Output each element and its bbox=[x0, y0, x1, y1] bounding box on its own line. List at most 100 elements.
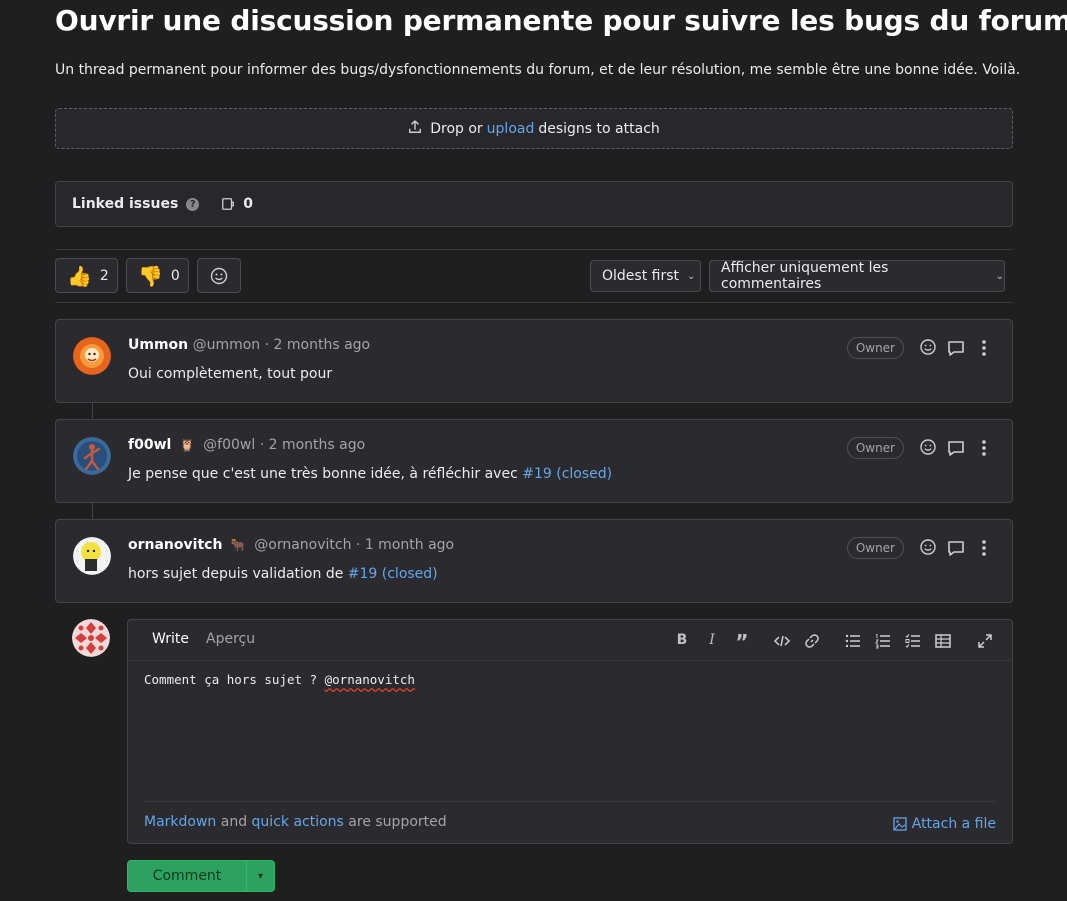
chevron-down-icon: ⌄ bbox=[995, 270, 1004, 282]
more-actions-icon[interactable] bbox=[974, 538, 994, 558]
upload-icon bbox=[408, 119, 422, 138]
avatar[interactable] bbox=[73, 337, 111, 375]
filter-dropdown[interactable]: Afficher uniquement les commentaires ⌄ bbox=[709, 260, 1005, 292]
sort-label: Oldest first bbox=[602, 268, 679, 284]
comment-mention: @ornanovitch bbox=[324, 672, 415, 687]
note-text: Je pense que c'est une très bonne idée, … bbox=[128, 466, 518, 482]
reply-icon[interactable] bbox=[946, 338, 966, 358]
author-username[interactable]: @ummon bbox=[193, 337, 261, 353]
note-body: hors sujet depuis validation de #19 (clo… bbox=[128, 566, 438, 582]
issue-description: Un thread permanent pour informer des bu… bbox=[55, 62, 1021, 78]
author-name[interactable]: Ummon bbox=[128, 337, 188, 353]
reply-icon[interactable] bbox=[946, 538, 966, 558]
thumbs-down-icon: 👎 bbox=[138, 263, 163, 288]
editor-toolbar: Write Aperçu B I ” bbox=[128, 620, 1012, 661]
issue-title: Ouvrir une discussion permanente pour su… bbox=[55, 4, 1067, 37]
design-dropzone[interactable]: Drop or upload designs to attach bbox=[55, 108, 1013, 149]
thumbs-up-count: 2 bbox=[99, 267, 109, 284]
filter-label: Afficher uniquement les commentaires bbox=[721, 260, 889, 292]
comment-submit-button[interactable]: Comment bbox=[127, 860, 247, 892]
sort-dropdown[interactable]: Oldest first ⌄ bbox=[590, 260, 701, 292]
quick-actions-link[interactable]: quick actions bbox=[252, 814, 344, 830]
add-reaction-icon[interactable] bbox=[918, 438, 938, 458]
markdown-link[interactable]: Markdown bbox=[144, 814, 216, 830]
chevron-down-icon: ▾ bbox=[257, 870, 264, 882]
thumbs-up-button[interactable]: 👍 2 bbox=[55, 258, 118, 293]
note: f00wl 🦉 @f00wl · 2 months ago Je pense q… bbox=[55, 419, 1013, 503]
reply-icon[interactable] bbox=[946, 438, 966, 458]
table-icon[interactable] bbox=[934, 632, 952, 650]
add-reaction-button[interactable] bbox=[197, 258, 241, 293]
comment-textarea[interactable]: Comment ça hors sujet ? @ornanovitch bbox=[144, 672, 994, 687]
author-username[interactable]: @f00wl bbox=[203, 437, 255, 453]
attach-file-button[interactable]: Attach a file bbox=[893, 816, 996, 832]
note-time[interactable]: 1 month ago bbox=[365, 537, 454, 553]
help-icon[interactable]: ? bbox=[186, 197, 200, 211]
note-body: Je pense que c'est une très bonne idée, … bbox=[128, 466, 612, 482]
status-emoji[interactable]: 🦉 bbox=[180, 438, 195, 452]
note-author: f00wl 🦉 @f00wl · 2 months ago bbox=[128, 437, 365, 453]
code-icon[interactable] bbox=[773, 632, 791, 650]
avatar[interactable] bbox=[73, 437, 111, 475]
author-name[interactable]: f00wl bbox=[128, 437, 171, 453]
issue-reference-link[interactable]: #19 (closed) bbox=[522, 466, 612, 482]
more-actions-icon[interactable] bbox=[974, 338, 994, 358]
link-icon[interactable] bbox=[803, 632, 821, 650]
comment-text: Comment ça hors sujet ? bbox=[144, 672, 325, 687]
thread-line bbox=[92, 403, 93, 419]
comment-options-dropdown[interactable]: ▾ bbox=[246, 860, 275, 892]
separator: · bbox=[264, 337, 270, 353]
note: ornanovitch 🐂 @ornanovitch · 1 month ago… bbox=[55, 519, 1013, 603]
chevron-down-icon: ⌄ bbox=[687, 270, 696, 282]
divider bbox=[144, 801, 996, 802]
note: Ummon @ummon · 2 months ago Oui complète… bbox=[55, 319, 1013, 403]
note-text: hors sujet depuis validation de bbox=[128, 566, 344, 582]
current-user-avatar[interactable] bbox=[72, 619, 110, 657]
bold-icon[interactable]: B bbox=[673, 632, 691, 650]
dropzone-text-pre: Drop or bbox=[430, 120, 483, 137]
footer-suffix: are supported bbox=[348, 814, 447, 830]
owner-badge: Owner bbox=[846, 537, 904, 559]
owner-badge: Owner bbox=[846, 437, 904, 459]
divider bbox=[55, 249, 1013, 250]
bulleted-list-icon[interactable] bbox=[844, 632, 862, 650]
italic-icon[interactable]: I bbox=[703, 632, 721, 650]
note-time[interactable]: 2 months ago bbox=[269, 437, 366, 453]
linked-issues-label: Linked issues bbox=[72, 196, 179, 212]
tab-write-indicator bbox=[144, 658, 198, 660]
dropzone-text-post: designs to attach bbox=[538, 120, 660, 137]
note-time[interactable]: 2 months ago bbox=[274, 337, 371, 353]
image-icon bbox=[893, 817, 907, 831]
footer-and: and bbox=[220, 814, 248, 830]
tab-preview[interactable]: Aperçu bbox=[206, 631, 255, 647]
add-reaction-icon[interactable] bbox=[918, 538, 938, 558]
more-actions-icon[interactable] bbox=[974, 438, 994, 458]
note-author: ornanovitch 🐂 @ornanovitch · 1 month ago bbox=[128, 537, 454, 553]
separator: · bbox=[355, 537, 361, 553]
tab-write[interactable]: Write bbox=[152, 631, 189, 647]
separator: · bbox=[259, 437, 265, 453]
thread-line bbox=[92, 503, 93, 519]
owner-badge: Owner bbox=[846, 337, 904, 359]
upload-link[interactable]: upload bbox=[487, 121, 535, 137]
issue-reference-link[interactable]: #19 (closed) bbox=[348, 566, 438, 582]
note-body: Oui complètement, tout pour bbox=[128, 366, 332, 382]
author-username[interactable]: @ornanovitch bbox=[254, 537, 351, 553]
add-reaction-icon[interactable] bbox=[918, 338, 938, 358]
divider bbox=[55, 302, 1013, 303]
task-list-icon[interactable] bbox=[904, 632, 922, 650]
avatar[interactable] bbox=[73, 537, 111, 575]
issues-icon bbox=[221, 197, 235, 211]
thumbs-down-button[interactable]: 👎 0 bbox=[126, 258, 189, 293]
comment-editor: Write Aperçu B I ” Comment ça hors sujet… bbox=[127, 619, 1013, 844]
smiley-icon bbox=[210, 267, 228, 284]
note-author: Ummon @ummon · 2 months ago bbox=[128, 337, 370, 353]
fullscreen-icon[interactable] bbox=[976, 632, 994, 650]
quote-icon[interactable]: ” bbox=[733, 632, 751, 652]
status-emoji[interactable]: 🐂 bbox=[231, 538, 246, 552]
thumbs-down-count: 0 bbox=[170, 267, 180, 284]
numbered-list-icon[interactable] bbox=[874, 632, 892, 650]
linked-issues-count: 0 bbox=[243, 196, 254, 212]
author-name[interactable]: ornanovitch bbox=[128, 537, 222, 553]
linked-issues-card: Linked issues ? 0 bbox=[55, 181, 1013, 227]
